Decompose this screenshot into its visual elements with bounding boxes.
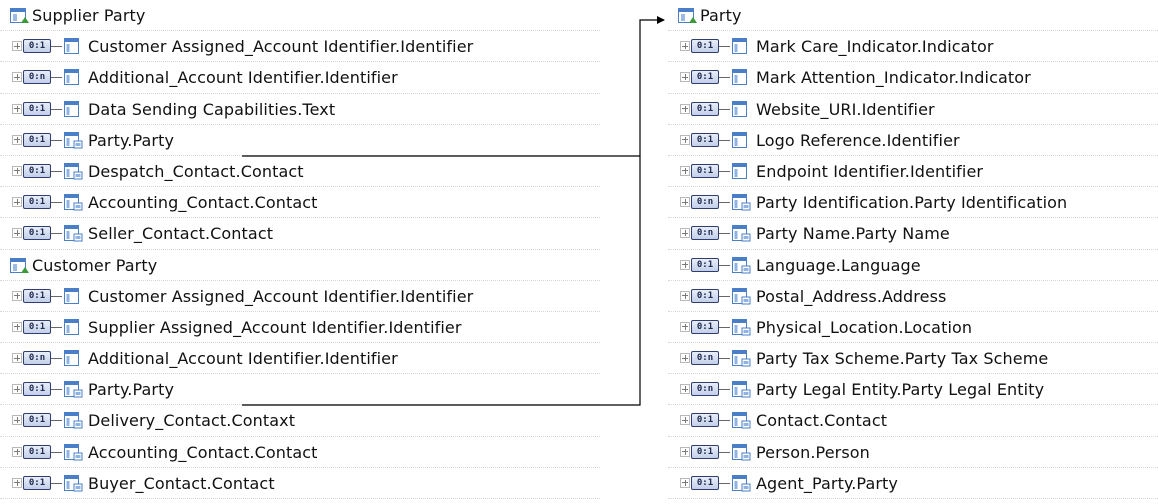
customer-party-link [242,156,641,406]
supplier-party-link [242,16,665,157]
reference-connector-lines [242,16,665,406]
